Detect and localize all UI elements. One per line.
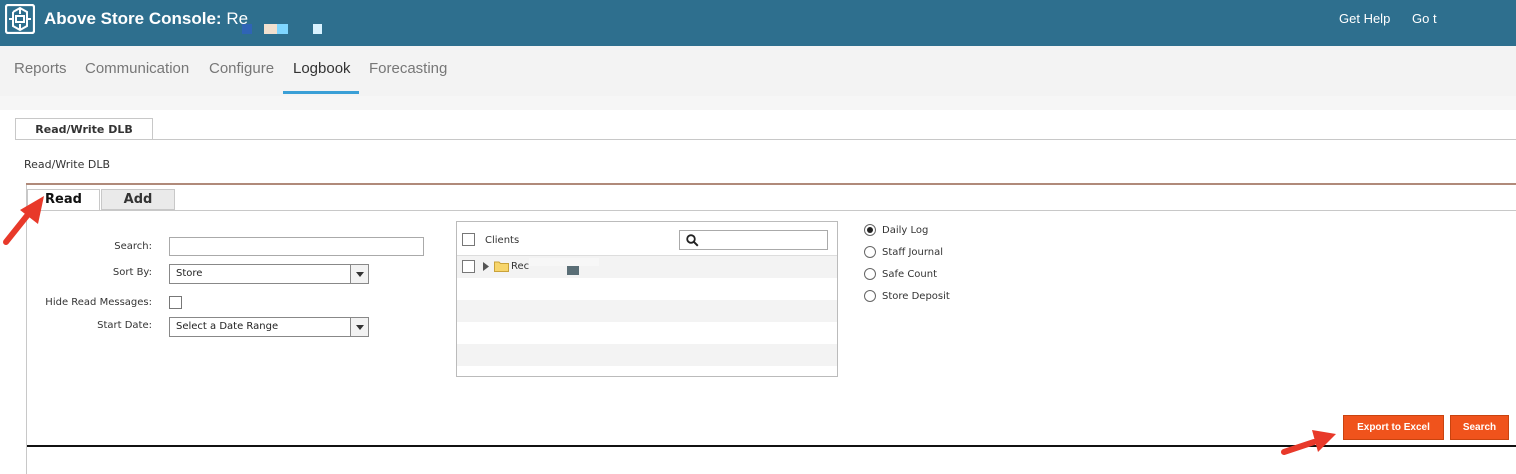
radio-staff-journal[interactable] xyxy=(864,246,876,258)
client-checkbox[interactable] xyxy=(462,260,475,273)
nav-item-configure[interactable]: Configure xyxy=(209,60,274,77)
redacted-block xyxy=(277,24,288,34)
search-input[interactable] xyxy=(169,237,424,256)
hide-read-messages-label: Hide Read Messages: xyxy=(45,297,152,308)
radio-safe-count[interactable] xyxy=(864,268,876,280)
redacted-block xyxy=(242,24,252,34)
annotation-arrow-icon xyxy=(3,196,44,245)
redacted-block xyxy=(264,24,278,34)
tree-row xyxy=(457,278,837,300)
tab-add[interactable]: Add xyxy=(101,189,175,210)
nav-item-logbook[interactable]: Logbook xyxy=(293,60,351,77)
divider xyxy=(26,210,1516,211)
search-button[interactable]: Search xyxy=(1450,415,1509,440)
app-title-main: Above Store Console: xyxy=(44,9,222,28)
radio-daily-log[interactable] xyxy=(864,224,876,236)
nav-active-indicator xyxy=(283,91,359,94)
redacted-block xyxy=(313,24,322,34)
folder-icon xyxy=(494,261,509,272)
start-date-label: Start Date: xyxy=(97,320,152,331)
tree-row xyxy=(457,322,837,344)
clients-tree: Clients Rec xyxy=(456,221,838,377)
tree-row xyxy=(457,300,837,322)
search-icon xyxy=(686,234,699,247)
expand-arrow-icon[interactable] xyxy=(482,262,490,271)
clients-header-label: Clients xyxy=(485,235,520,246)
safe-count-label: Safe Count xyxy=(882,269,938,280)
store-deposit-label: Store Deposit xyxy=(882,291,950,302)
staff-journal-label: Staff Journal xyxy=(882,247,944,258)
tree-row xyxy=(457,344,837,366)
top-header-bar: Above Store Console: Re Get Help Go t xyxy=(0,0,1516,46)
daily-log-label: Daily Log xyxy=(882,225,929,236)
tree-row[interactable]: Rec xyxy=(457,256,837,278)
sort-by-value: Store xyxy=(176,268,203,279)
panel-title: Read/Write DLB xyxy=(24,158,111,171)
content-band xyxy=(0,96,1516,110)
tab-read-write-dlb[interactable]: Read/Write DLB xyxy=(15,118,153,140)
go-to-link[interactable]: Go t xyxy=(1412,11,1437,26)
redacted-block xyxy=(529,258,599,266)
sort-by-select[interactable]: Store xyxy=(169,264,369,284)
sort-by-label: Sort By: xyxy=(112,267,152,278)
export-to-excel-button[interactable]: Export to Excel xyxy=(1343,415,1444,440)
select-all-clients-checkbox[interactable] xyxy=(462,233,475,246)
annotation-arrow-icon xyxy=(1281,430,1336,455)
logo-icon[interactable] xyxy=(5,4,35,34)
get-help-link[interactable]: Get Help xyxy=(1339,11,1390,26)
main-nav: Reports Communication Configure Logbook … xyxy=(0,46,1516,96)
hide-read-messages-checkbox[interactable] xyxy=(169,296,182,309)
app-title: Above Store Console: Re xyxy=(44,9,248,29)
redacted-block xyxy=(567,266,579,275)
dropdown-arrow-icon[interactable] xyxy=(350,318,368,336)
tree-search-input[interactable] xyxy=(679,230,828,250)
tree-header: Clients xyxy=(457,222,837,256)
nav-item-communication[interactable]: Communication xyxy=(85,60,189,77)
divider xyxy=(26,183,1516,185)
divider xyxy=(15,139,1516,140)
nav-item-reports[interactable]: Reports xyxy=(14,60,67,77)
radio-store-deposit[interactable] xyxy=(864,290,876,302)
dropdown-arrow-icon[interactable] xyxy=(350,265,368,283)
start-date-value: Select a Date Range xyxy=(176,321,279,332)
start-date-select[interactable]: Select a Date Range xyxy=(169,317,369,337)
client-label: Rec xyxy=(511,261,530,272)
nav-item-forecasting[interactable]: Forecasting xyxy=(369,60,447,77)
